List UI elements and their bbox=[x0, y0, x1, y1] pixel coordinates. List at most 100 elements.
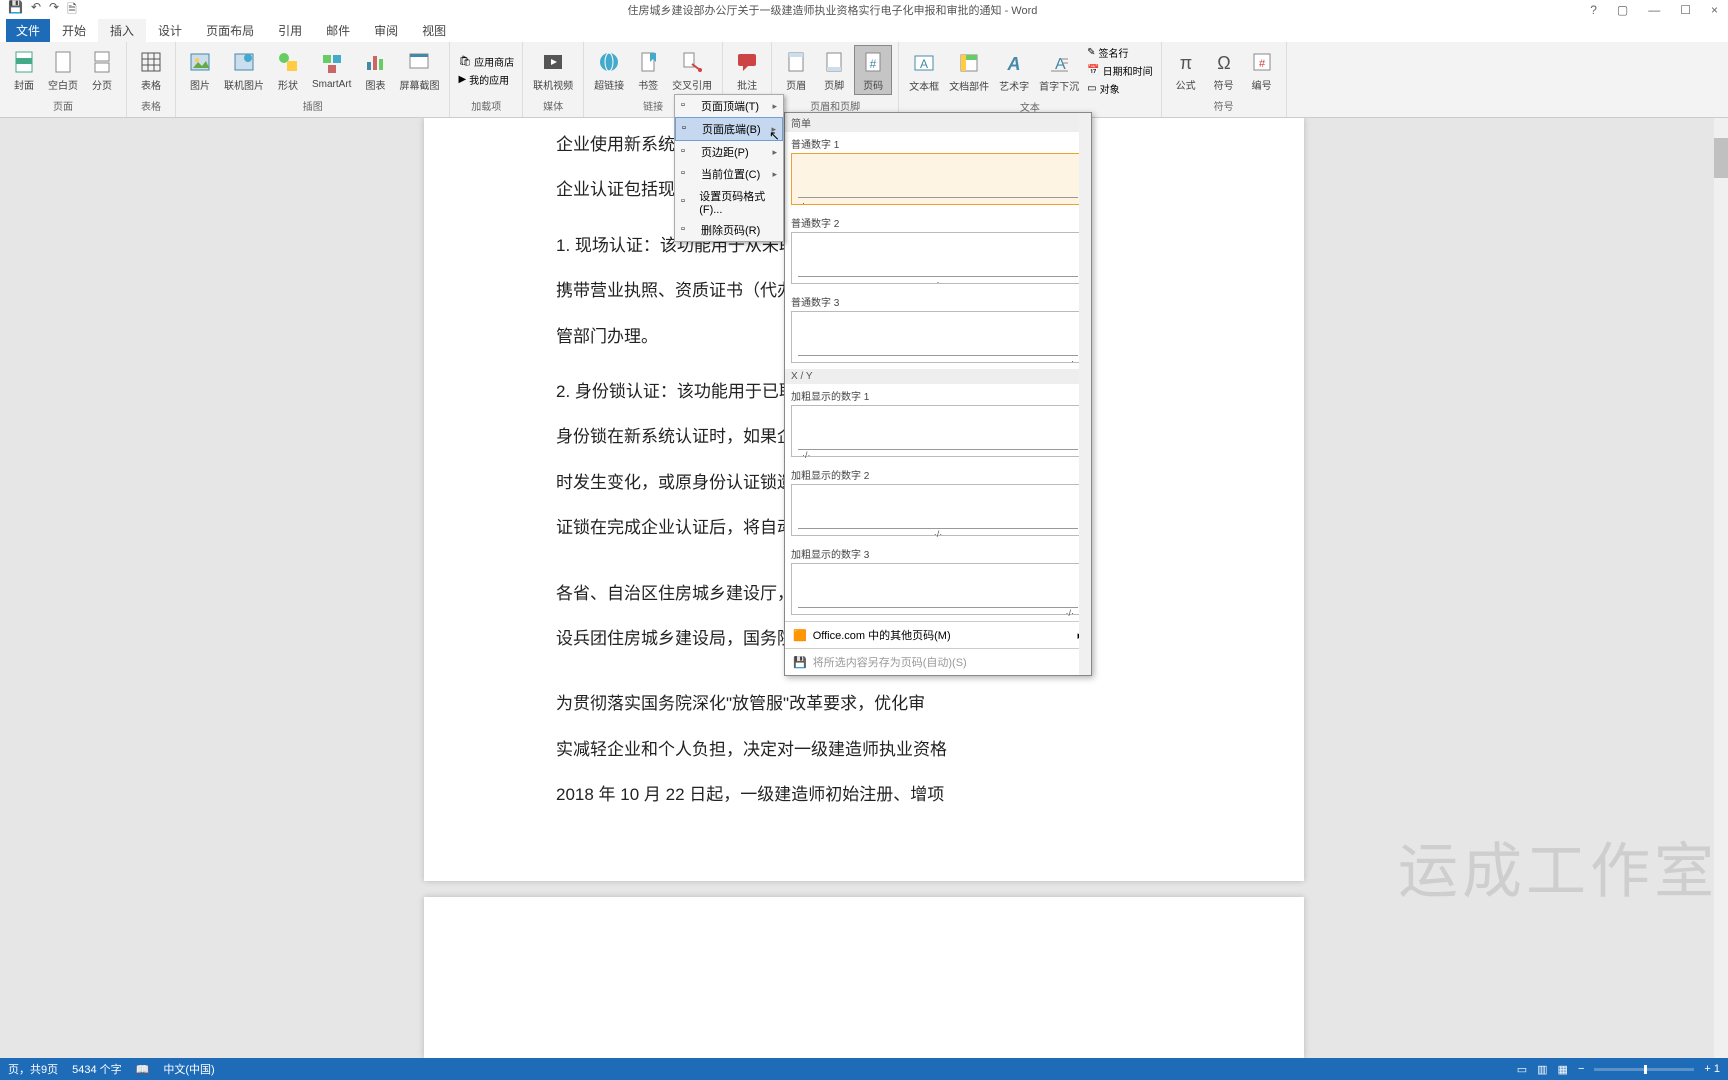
ribbon-页眉[interactable]: 页眉 bbox=[778, 46, 814, 94]
tab-view[interactable]: 视图 bbox=[410, 19, 458, 42]
ribbon-label: SmartArt bbox=[312, 79, 351, 90]
zoom-out-icon[interactable]: − bbox=[1578, 1063, 1584, 1075]
ribbon-label: 封面 bbox=[14, 77, 34, 92]
ribbon-日期和时间[interactable]: 📅日期和时间 bbox=[1085, 62, 1154, 79]
ribbon-公式[interactable]: π公式 bbox=[1168, 46, 1204, 94]
tab-references[interactable]: 引用 bbox=[266, 19, 314, 42]
view-print-icon[interactable]: ▥ bbox=[1537, 1063, 1547, 1076]
ribbon-符号[interactable]: Ω符号 bbox=[1206, 46, 1242, 94]
ribbon-屏幕截图[interactable]: 屏幕截图 bbox=[395, 46, 443, 94]
tab-mailings[interactable]: 邮件 bbox=[314, 19, 362, 42]
ribbon-对象[interactable]: ▭对象 bbox=[1085, 80, 1154, 97]
ribbon-联机视频[interactable]: 联机视频 bbox=[529, 46, 577, 94]
status-language[interactable]: 中文(中国) bbox=[163, 1061, 214, 1077]
ribbon-分页[interactable]: 分页 bbox=[84, 46, 120, 94]
help-icon[interactable]: ? bbox=[1590, 3, 1597, 17]
zoom-label[interactable]: + 1 bbox=[1704, 1063, 1720, 1075]
ribbon-tabs: 文件 开始 插入 设计 页面布局 引用 邮件 审阅 视图 bbox=[0, 20, 1728, 42]
scroll-thumb[interactable] bbox=[1714, 138, 1728, 178]
ribbon-艺术字[interactable]: A艺术字 bbox=[995, 47, 1033, 95]
我的应用-icon: ▶ bbox=[458, 74, 466, 85]
menu-icon: ▫ bbox=[682, 122, 696, 136]
status-proofing-icon[interactable]: 📖 bbox=[136, 1063, 150, 1076]
vertical-scrollbar[interactable] bbox=[1714, 118, 1728, 1058]
gallery-item-加粗显示的数字 3[interactable]: 加粗显示的数字 3·/· bbox=[785, 542, 1091, 621]
menu-当前位置(C)[interactable]: ▫当前位置(C)▸ bbox=[675, 163, 783, 185]
ribbon-签名行[interactable]: ✎签名行 bbox=[1085, 44, 1154, 61]
menu-删除页码(R)[interactable]: ▫删除页码(R) bbox=[675, 219, 783, 241]
quick-access-toolbar[interactable]: 💾 ↶ ↷ 🗎 bbox=[0, 0, 85, 21]
gallery-item-加粗显示的数字 1[interactable]: 加粗显示的数字 1·/· bbox=[785, 384, 1091, 463]
ribbon-联机图片[interactable]: 联机图片 bbox=[220, 46, 268, 94]
close-icon[interactable]: × bbox=[1711, 3, 1718, 17]
new-doc-icon[interactable]: 🗎 bbox=[67, 0, 77, 21]
文本框-icon: A bbox=[910, 49, 938, 77]
ribbon-编号[interactable]: #编号 bbox=[1244, 46, 1280, 94]
对象-icon: ▭ bbox=[1087, 83, 1096, 94]
gallery-item-普通数字 3[interactable]: 普通数字 3· bbox=[785, 290, 1091, 369]
ribbon-文档部件[interactable]: 文档部件 bbox=[945, 47, 993, 95]
save-sel-icon: 💾 bbox=[793, 656, 807, 669]
gallery-scrollbar[interactable] bbox=[1079, 113, 1091, 675]
status-page[interactable]: 页，共9页 bbox=[8, 1061, 58, 1077]
ribbon-label: 形状 bbox=[278, 77, 298, 92]
ribbon-图片[interactable]: 图片 bbox=[182, 46, 218, 94]
ribbon-label: 超链接 bbox=[594, 77, 624, 92]
save-icon[interactable]: 💾 bbox=[8, 0, 23, 21]
ribbon-label: 图表 bbox=[365, 77, 385, 92]
gallery-more-office[interactable]: 🟧 Office.com 中的其他页码(M) ▸ bbox=[785, 621, 1091, 648]
ribbon-label: 页码 bbox=[863, 77, 883, 92]
view-read-icon[interactable]: ▭ bbox=[1517, 1063, 1527, 1076]
tab-layout[interactable]: 页面布局 bbox=[194, 19, 266, 42]
ribbon-label: 首字下沉 bbox=[1039, 78, 1079, 93]
menu-页边距(P)[interactable]: ▫页边距(P)▸ bbox=[675, 141, 783, 163]
ribbon-我的应用[interactable]: ▶我的应用 bbox=[456, 71, 516, 88]
ribbon-交叉引用[interactable]: 交叉引用 bbox=[668, 46, 716, 94]
首字下沉-icon: A bbox=[1045, 49, 1073, 77]
group-label: 页面 bbox=[6, 96, 120, 115]
ribbon-空白页[interactable]: 空白页 bbox=[44, 46, 82, 94]
svg-text:π: π bbox=[1179, 53, 1191, 73]
gallery-section-xy: X / Y bbox=[785, 369, 1091, 384]
ribbon-应用商店[interactable]: 🛍应用商店 bbox=[456, 53, 516, 70]
document-page-next[interactable] bbox=[424, 897, 1304, 1058]
ribbon-label: 文本框 bbox=[909, 78, 939, 93]
ribbon-页码[interactable]: #页码 bbox=[854, 45, 892, 95]
ribbon-opts-icon[interactable]: ▢ bbox=[1617, 3, 1628, 17]
ribbon-形状[interactable]: 形状 bbox=[270, 46, 306, 94]
tab-insert[interactable]: 插入 bbox=[98, 19, 146, 42]
redo-icon[interactable]: ↷ bbox=[49, 0, 59, 21]
maximize-icon[interactable]: ☐ bbox=[1680, 3, 1691, 17]
zoom-slider[interactable] bbox=[1594, 1068, 1694, 1071]
ribbon-文本框[interactable]: A文本框 bbox=[905, 47, 943, 95]
tab-home[interactable]: 开始 bbox=[50, 19, 98, 42]
undo-icon[interactable]: ↶ bbox=[31, 0, 41, 21]
gallery-item-普通数字 2[interactable]: 普通数字 2· bbox=[785, 211, 1091, 290]
gallery-item-加粗显示的数字 2[interactable]: 加粗显示的数字 2·/· bbox=[785, 463, 1091, 542]
gallery-item-普通数字 1[interactable]: 普通数字 1· bbox=[785, 132, 1091, 211]
ribbon-封面[interactable]: 封面 bbox=[6, 46, 42, 94]
ribbon-超链接[interactable]: 超链接 bbox=[590, 46, 628, 94]
tab-review[interactable]: 审阅 bbox=[362, 19, 410, 42]
ribbon-书签[interactable]: 书签 bbox=[630, 46, 666, 94]
ribbon-SmartArt[interactable]: SmartArt bbox=[308, 48, 355, 92]
menu-页面底端(B)[interactable]: ▫页面底端(B)▸ bbox=[675, 117, 783, 141]
view-web-icon[interactable]: ▦ bbox=[1558, 1063, 1568, 1076]
menu-设置页码格式(F)...[interactable]: ▫设置页码格式(F)... bbox=[675, 185, 783, 219]
minimize-icon[interactable]: — bbox=[1648, 3, 1660, 17]
ribbon-首字下沉[interactable]: A首字下沉 bbox=[1035, 47, 1083, 95]
ribbon-页脚[interactable]: 页脚 bbox=[816, 46, 852, 94]
tab-file[interactable]: 文件 bbox=[6, 19, 50, 42]
ribbon-label: 书签 bbox=[638, 77, 658, 92]
status-wordcount[interactable]: 5434 个字 bbox=[72, 1061, 122, 1077]
文档部件-icon bbox=[955, 49, 983, 77]
menu-icon: ▫ bbox=[681, 167, 695, 181]
ribbon-label: 文档部件 bbox=[949, 78, 989, 93]
menu-icon: ▫ bbox=[681, 99, 695, 113]
ribbon-label: 艺术字 bbox=[999, 78, 1029, 93]
menu-页面顶端(T)[interactable]: ▫页面顶端(T)▸ bbox=[675, 95, 783, 117]
ribbon-批注[interactable]: 批注 bbox=[729, 46, 765, 94]
ribbon-表格[interactable]: 表格 bbox=[133, 46, 169, 94]
ribbon-图表[interactable]: 图表 bbox=[357, 46, 393, 94]
tab-design[interactable]: 设计 bbox=[146, 19, 194, 42]
